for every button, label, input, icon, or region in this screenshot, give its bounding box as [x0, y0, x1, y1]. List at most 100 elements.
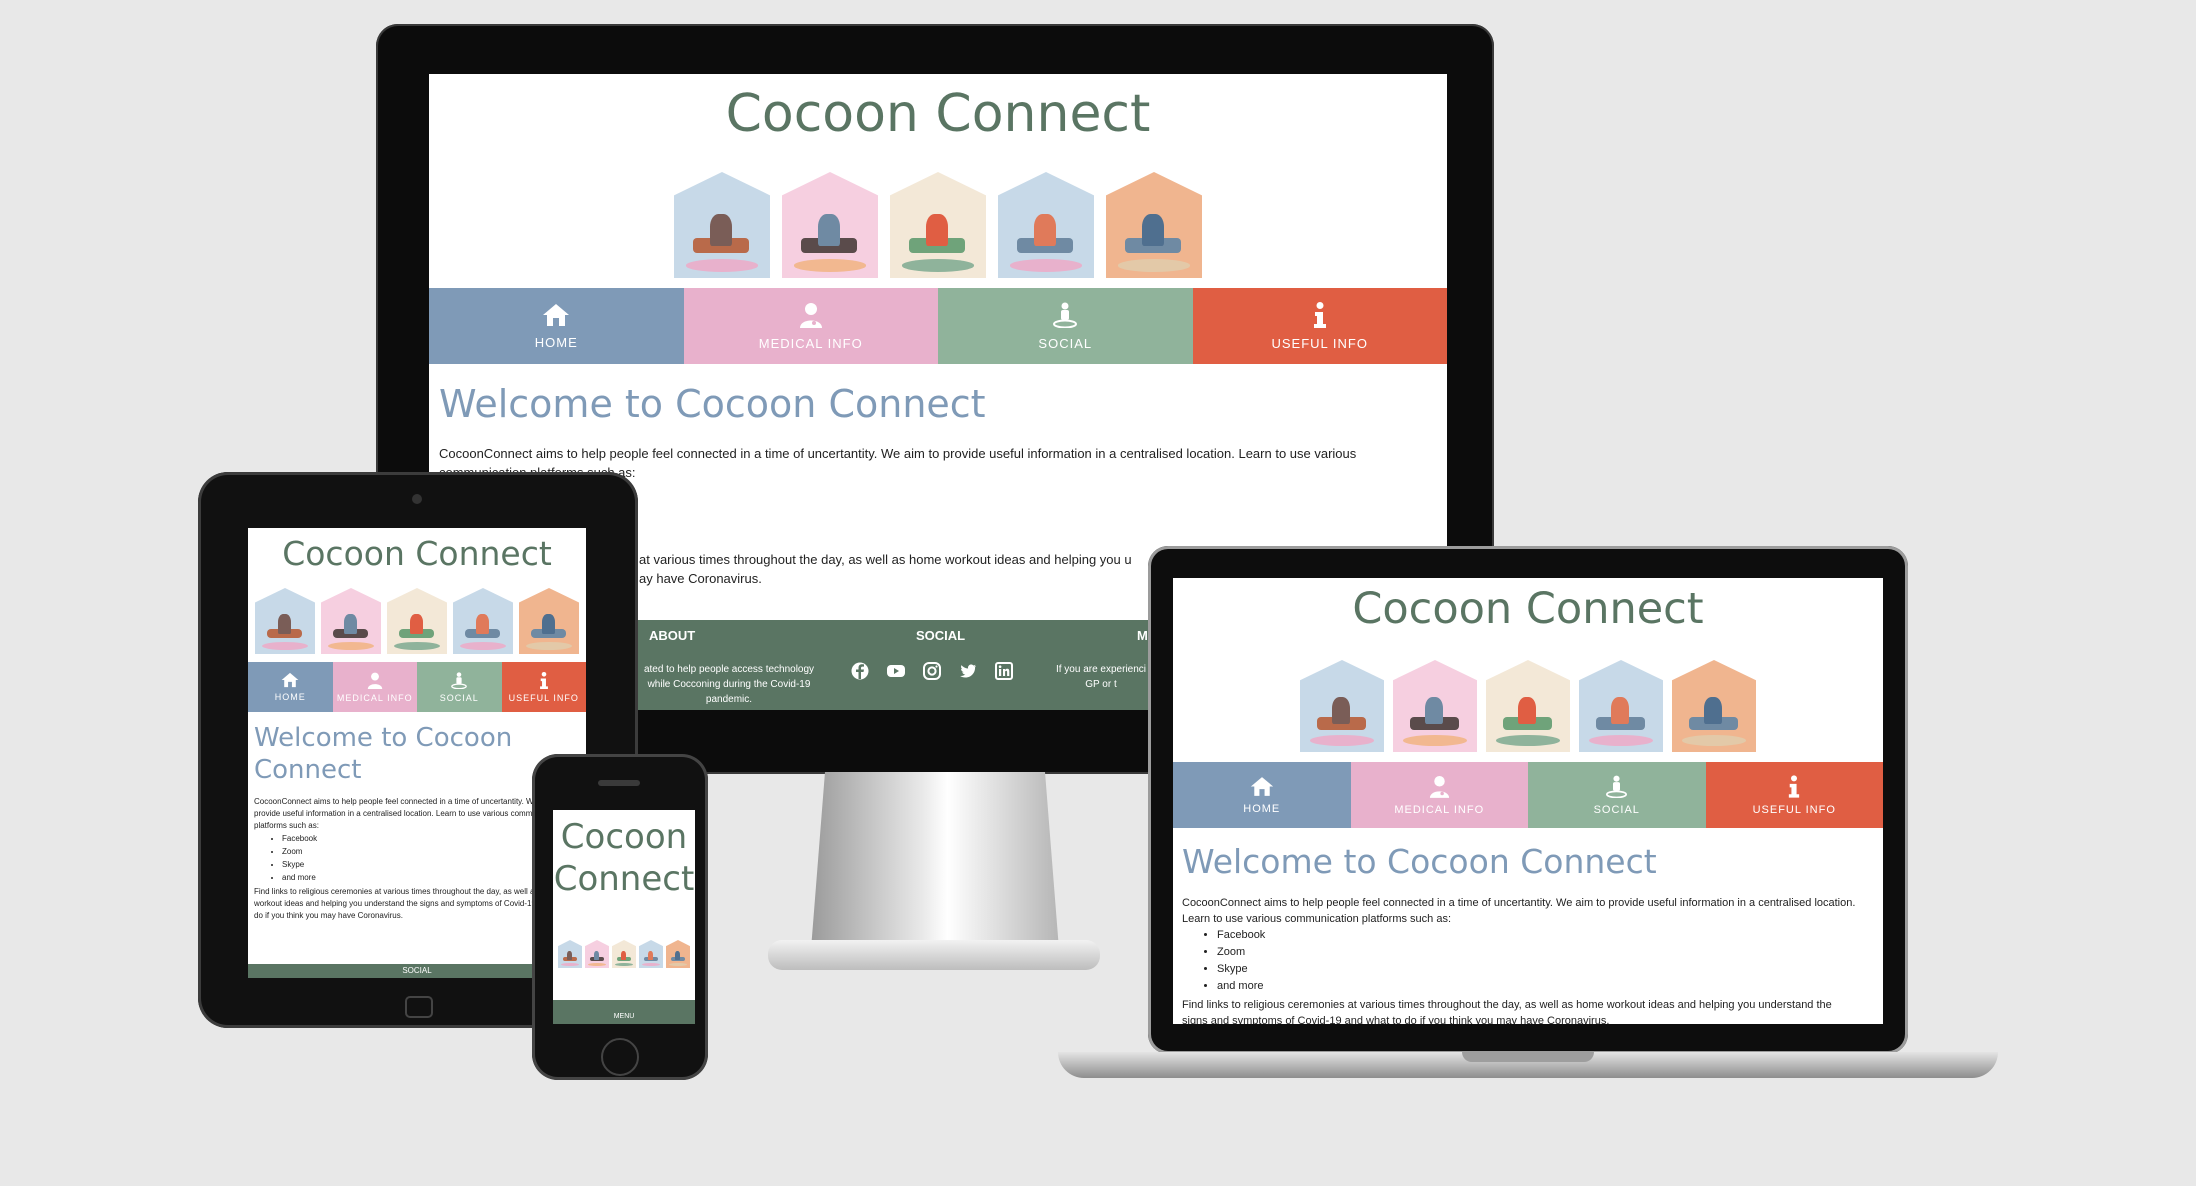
house-illustration — [321, 588, 381, 654]
instagram-icon[interactable] — [923, 662, 941, 680]
nav-home[interactable]: HOME — [429, 288, 684, 364]
house-illustration — [255, 588, 315, 654]
main-nav: HOME MEDICAL INFO SOCIAL USEFUL INFO — [429, 288, 1447, 364]
nav-medical-info[interactable]: MEDICAL INFO — [1350, 762, 1528, 828]
user-doctor-icon — [367, 672, 382, 689]
house-illustration — [1672, 660, 1756, 752]
laptop-screen: Cocoon Connect HOME MEDICAL INFO SOCIAL … — [1173, 578, 1883, 1024]
info-icon — [1789, 774, 1800, 798]
user-doctor-icon — [1429, 775, 1449, 798]
house-illustration — [998, 172, 1094, 278]
house-illustration — [1579, 660, 1663, 752]
house-illustration — [585, 940, 609, 968]
home-icon — [281, 672, 299, 688]
nav-useful-label: USEFUL INFO — [508, 692, 579, 703]
nav-social-label: SOCIAL — [439, 692, 479, 703]
house-illustration — [558, 940, 582, 968]
house-illustration — [387, 588, 447, 654]
site-title: Cocoon Connect — [725, 84, 1151, 144]
nav-social-label: SOCIAL — [1038, 335, 1093, 351]
hero-houses — [553, 940, 695, 968]
list-item: Zoom — [1217, 944, 1883, 961]
linkedin-icon[interactable] — [995, 662, 1013, 680]
more-text: Find links to religious ceremonies at va… — [1182, 999, 1832, 1024]
house-illustration — [1393, 660, 1477, 752]
menu-label: MENU — [613, 1013, 635, 1020]
hero-houses — [1173, 660, 1883, 752]
house-illustration — [1106, 172, 1202, 278]
nav-medical-label: MEDICAL INFO — [336, 692, 413, 703]
house-illustration — [1300, 660, 1384, 752]
info-icon — [539, 671, 548, 689]
house-illustration — [612, 940, 636, 968]
footer-social-heading: SOCIAL — [402, 966, 432, 975]
nav-useful-label: USEFUL INFO — [1752, 803, 1836, 816]
site-title: Cocoon Connect — [553, 817, 695, 899]
home-icon — [1250, 776, 1273, 796]
nav-medical-info[interactable]: MEDICAL INFO — [332, 662, 417, 712]
footer-social-heading: SOCIAL — [916, 628, 966, 643]
mobile-menu-bar[interactable]: MENU — [553, 1000, 695, 1024]
nav-useful-label: USEFUL INFO — [1271, 335, 1368, 351]
nav-social-label: SOCIAL — [1593, 803, 1640, 816]
hero-houses — [429, 172, 1447, 278]
nav-useful-info[interactable]: USEFUL INFO — [1705, 762, 1883, 828]
footer-social-icons — [851, 662, 1013, 680]
house-illustration — [890, 172, 986, 278]
tablet-camera — [412, 494, 422, 504]
street-view-icon — [1053, 302, 1078, 328]
nav-social[interactable]: SOCIAL — [938, 288, 1193, 364]
list-item: Skype — [1217, 961, 1883, 978]
nav-useful-info[interactable]: USEFUL INFO — [501, 662, 586, 712]
nav-medical-info[interactable]: MEDICAL INFO — [683, 288, 938, 364]
house-illustration — [519, 588, 579, 654]
house-illustration — [782, 172, 878, 278]
site-title: Cocoon Connect — [1352, 584, 1704, 634]
site-title: Cocoon Connect — [282, 534, 552, 573]
nav-home-label: HOME — [274, 692, 306, 702]
twitter-icon[interactable] — [959, 662, 977, 680]
nav-social[interactable]: SOCIAL — [1528, 762, 1706, 828]
phone-home-button — [601, 1038, 639, 1076]
house-illustration — [639, 940, 663, 968]
house-illustration — [674, 172, 770, 278]
footer-about-heading: ABOUT — [649, 628, 696, 643]
nav-home[interactable]: HOME — [1173, 762, 1351, 828]
street-view-icon — [451, 671, 468, 689]
info-icon — [1313, 301, 1326, 328]
main-nav: HOME MEDICAL INFO SOCIAL USEFUL INFO — [248, 662, 586, 712]
welcome-heading: Welcome to Cocoon Connect — [254, 723, 513, 785]
tablet-home-button — [405, 996, 433, 1018]
laptop-notch — [1462, 1052, 1594, 1062]
footer-more-text: If you are experienci GP or t — [1055, 664, 1147, 690]
house-illustration — [666, 940, 690, 968]
house-illustration — [453, 588, 513, 654]
main-nav: HOME MEDICAL INFO SOCIAL USEFUL INFO — [1173, 762, 1883, 828]
monitor-stand-base — [768, 940, 1100, 970]
nav-home[interactable]: HOME — [248, 662, 333, 712]
nav-home-label: HOME — [534, 334, 578, 350]
nav-useful-info[interactable]: USEFUL INFO — [1192, 288, 1447, 364]
monitor-stand — [810, 772, 1060, 962]
footer-about-text: ated to help people access technology wh… — [643, 664, 815, 705]
youtube-icon[interactable] — [887, 662, 905, 680]
home-icon — [543, 303, 570, 326]
street-view-icon — [1606, 775, 1628, 798]
user-doctor-icon — [799, 302, 822, 328]
welcome-heading: Welcome to Cocoon Connect — [439, 382, 986, 426]
nav-medical-label: MEDICAL INFO — [758, 335, 863, 351]
phone-speaker — [598, 780, 640, 786]
intro-text: CocoonConnect aims to help people feel c… — [1182, 897, 1856, 925]
list-item: Facebook — [1217, 927, 1883, 944]
facebook-icon[interactable] — [851, 662, 869, 680]
phone-screen: Cocoon Connect MENU — [553, 810, 695, 1024]
footer-more-heading: M — [1137, 628, 1148, 643]
list-item: and more — [1217, 978, 1883, 995]
welcome-heading: Welcome to Cocoon Connect — [1182, 842, 1657, 881]
house-illustration — [1486, 660, 1570, 752]
platform-list: Facebook Zoom Skype and more — [1173, 927, 1883, 995]
nav-home-label: HOME — [1243, 802, 1281, 815]
hero-houses — [248, 588, 586, 654]
nav-social[interactable]: SOCIAL — [417, 662, 502, 712]
nav-medical-label: MEDICAL INFO — [1394, 803, 1485, 816]
